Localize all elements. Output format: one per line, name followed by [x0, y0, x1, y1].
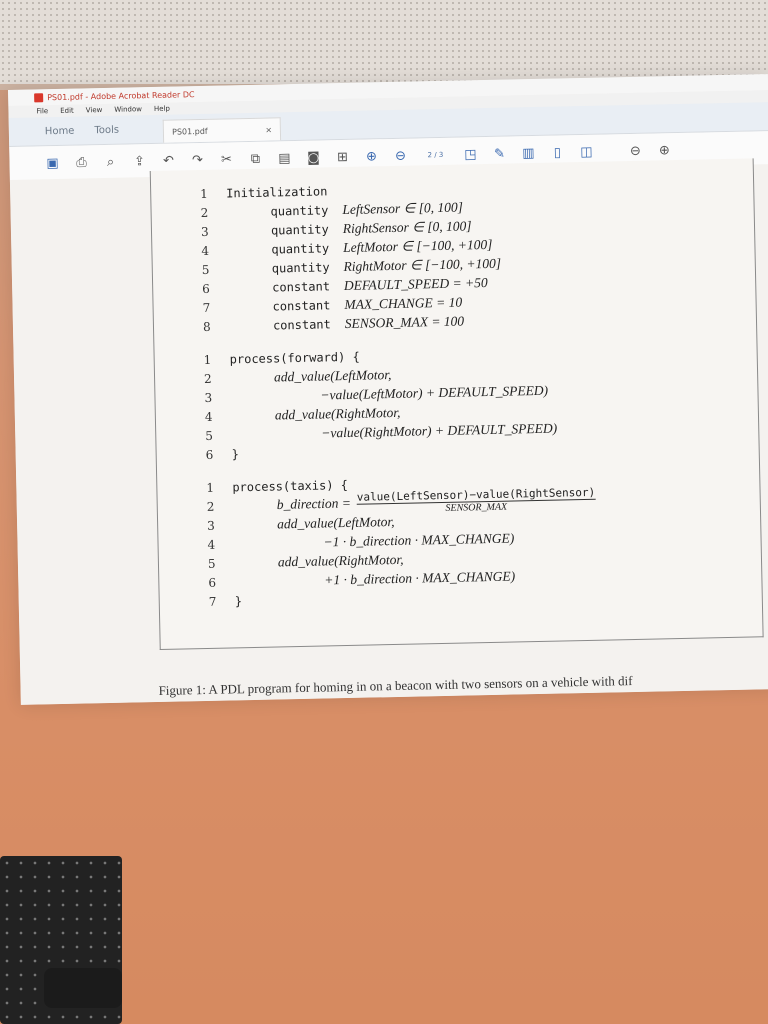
- undo-icon[interactable]: ↶: [159, 153, 177, 168]
- print-icon[interactable]: ⎙: [72, 155, 90, 170]
- paste-icon[interactable]: ▤: [275, 151, 293, 166]
- line-number: 3: [207, 518, 215, 533]
- line-number: 2: [200, 205, 209, 220]
- code-text: −1 · b_direction · MAX_CHANGE): [323, 529, 515, 549]
- tab-home[interactable]: Home: [39, 125, 89, 145]
- chair-leg: [44, 968, 122, 1008]
- line-number: 7: [208, 594, 217, 609]
- pdl-program: 1 Initialization 2 quantity LeftSensor ∈ [0,…: [200, 176, 598, 625]
- code-text: −value(RightMotor) + DEFAULT_SPEED): [321, 420, 558, 441]
- init-block: 1 Initialization 2 quantity LeftSensor ∈ [0,…: [200, 176, 592, 336]
- projected-screen: PS01.pdf - Adobe Acrobat Reader DC File …: [8, 74, 768, 705]
- fraction-denominator: SENSOR_MAX: [445, 501, 508, 514]
- line-number: 6: [208, 575, 217, 590]
- create-pdf-icon[interactable]: ▯: [548, 145, 566, 160]
- page-up-icon[interactable]: ⊕: [362, 149, 380, 164]
- code-keyword: constant: [272, 297, 331, 314]
- document-tab-label: PS01.pdf: [171, 126, 208, 137]
- line-number: 6: [202, 281, 210, 296]
- figure-caption: Figure 1: A PDL program for homing in on…: [158, 673, 633, 698]
- search-icon[interactable]: ⌕: [101, 154, 119, 169]
- code-keyword: Initialization: [226, 184, 328, 201]
- code-expression: DEFAULT_SPEED = +50: [343, 274, 488, 293]
- code-text: b_direction =: [276, 494, 352, 512]
- copy-icon[interactable]: ⧉: [246, 151, 264, 166]
- zoom-in-icon[interactable]: ⊕: [655, 143, 673, 158]
- code-expression: RightMotor ∈ [−100, +100]: [343, 255, 502, 274]
- upload-icon[interactable]: ⇪: [130, 154, 148, 169]
- line-number: 4: [207, 537, 216, 552]
- line-number: 3: [200, 224, 209, 239]
- code-text: +1 · b_direction · MAX_CHANGE): [324, 567, 516, 587]
- line-number: 1: [200, 186, 208, 201]
- line-number: 5: [207, 556, 216, 571]
- line-number: 4: [201, 243, 210, 258]
- zoom-out-icon[interactable]: ⊖: [626, 143, 644, 158]
- code-text: add_value(LeftMotor,: [276, 513, 395, 531]
- code-expression: MAX_CHANGE = 10: [344, 294, 463, 312]
- document-view: 1 Initialization 2 quantity LeftSensor ∈ [0,…: [9, 158, 768, 705]
- code-text: add_value(RightMotor,: [274, 404, 401, 422]
- code-keyword: quantity: [271, 259, 330, 276]
- two-page-icon[interactable]: ◫: [577, 144, 595, 159]
- line-number: 8: [202, 319, 211, 334]
- menu-window[interactable]: Window: [114, 105, 142, 114]
- line-number: 3: [204, 390, 213, 405]
- redo-icon[interactable]: ↷: [188, 152, 206, 167]
- code-expression: LeftSensor ∈ [0, 100]: [342, 199, 464, 217]
- menu-help[interactable]: Help: [154, 105, 170, 113]
- code-keyword: constant: [272, 278, 331, 295]
- code-text: process(forward) {: [229, 349, 360, 367]
- taxis-block: 1 process(taxis) {2 b_direction = value(Lef…: [206, 470, 597, 611]
- line-number: 1: [203, 352, 212, 367]
- menu-file[interactable]: File: [36, 107, 48, 115]
- line-number: 5: [201, 262, 210, 277]
- line-number: 5: [205, 428, 214, 443]
- close-tab-icon[interactable]: ×: [265, 125, 272, 134]
- find-icon[interactable]: ⊞: [333, 149, 351, 164]
- fraction: value(LeftSensor)−value(RightSensor) SENS…: [357, 485, 596, 515]
- line-number: 2: [203, 371, 212, 386]
- line-number: 4: [204, 409, 213, 424]
- acrobat-app-icon: [34, 92, 44, 102]
- code-text: add_value(LeftMotor,: [273, 366, 392, 384]
- export-icon[interactable]: ▥: [519, 145, 537, 160]
- code-keyword: quantity: [271, 240, 330, 257]
- line-number: 6: [205, 447, 214, 462]
- window-title: PS01.pdf - Adobe Acrobat Reader DC: [47, 89, 195, 102]
- line-number: 1: [206, 480, 215, 495]
- code-text: add_value(RightMotor,: [277, 551, 404, 569]
- save-icon[interactable]: ▣: [43, 155, 61, 170]
- tab-tools[interactable]: Tools: [88, 124, 133, 144]
- menu-edit[interactable]: Edit: [60, 107, 74, 115]
- code-text: }: [231, 447, 240, 462]
- code-keyword: constant: [272, 316, 331, 333]
- page-down-icon[interactable]: ⊖: [391, 148, 409, 163]
- page-indicator[interactable]: 2 / 3: [420, 151, 450, 160]
- code-text: }: [234, 594, 243, 609]
- ceiling-tiles: [0, 0, 768, 88]
- line-number: 2: [206, 499, 215, 514]
- line-number: 7: [202, 300, 211, 315]
- code-keyword: quantity: [270, 202, 329, 219]
- screenshot-icon[interactable]: ◙: [304, 150, 322, 165]
- menu-view[interactable]: View: [86, 106, 103, 114]
- comment-icon[interactable]: ◳: [461, 147, 479, 162]
- code-expression: SENSOR_MAX = 100: [344, 313, 465, 331]
- code-keyword: quantity: [270, 221, 329, 238]
- code-expression: RightSensor ∈ [0, 100]: [342, 217, 472, 236]
- code-expression: LeftMotor ∈ [−100, +100]: [343, 236, 493, 255]
- forward-block: 1 process(forward) { 2 add_value(LeftMotor,…: [203, 342, 594, 464]
- code-text: −value(LeftMotor) + DEFAULT_SPEED): [320, 382, 549, 403]
- edit-pdf-icon[interactable]: ✎: [490, 146, 508, 161]
- tab-document[interactable]: PS01.pdf ×: [162, 117, 282, 143]
- cut-icon[interactable]: ✂: [217, 152, 235, 167]
